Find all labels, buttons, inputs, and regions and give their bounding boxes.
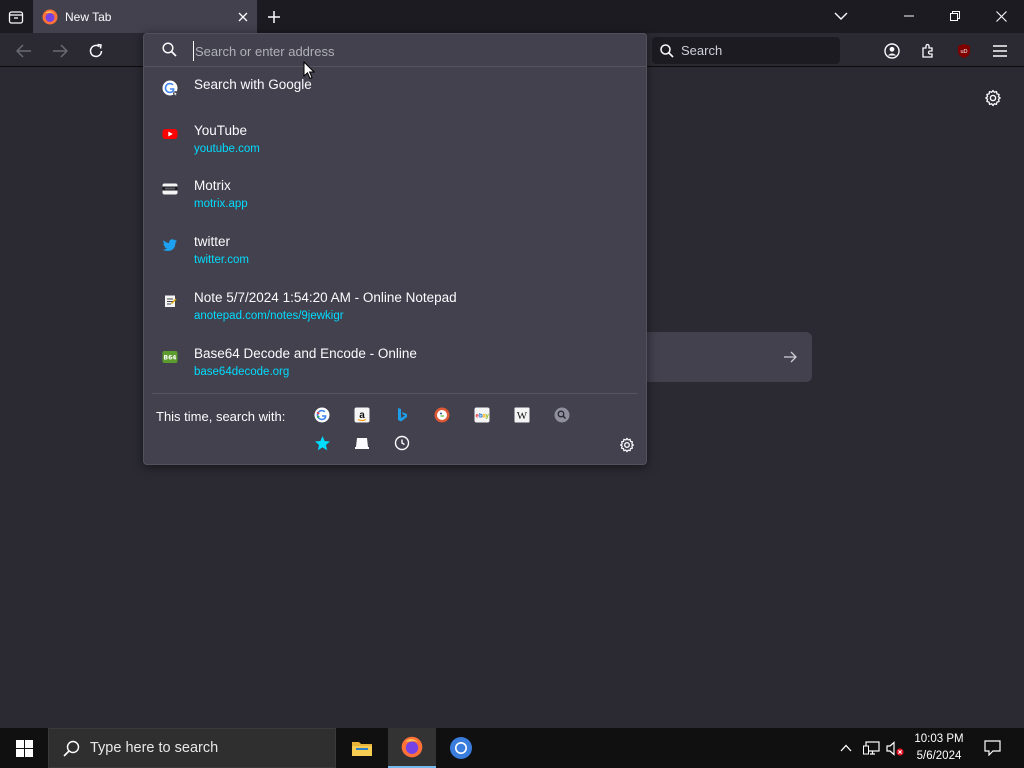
newtab-settings-gear-icon[interactable] [981, 86, 1005, 110]
result-youtube[interactable]: YouTube youtube.com [144, 120, 646, 172]
popup-divider [152, 393, 638, 394]
result-search-with-google[interactable]: Search with Google [144, 74, 646, 126]
extensions-icon[interactable] [914, 37, 942, 65]
volume-muted-icon[interactable] [884, 728, 906, 768]
duckduckgo-engine-icon[interactable] [432, 405, 452, 425]
mouse-cursor-icon [303, 61, 315, 80]
windows-taskbar: Type here to search 10:03 PM 5/6/2024 [0, 728, 1024, 768]
file-explorer-icon[interactable] [338, 728, 386, 768]
firefox-icon [42, 9, 58, 24]
result-url[interactable]: anotepad.com/notes/9jewkigr [194, 310, 344, 322]
bing-engine-icon[interactable] [392, 405, 412, 425]
result-title: Base64 Decode and Encode - Online [194, 346, 417, 361]
tabs-icon[interactable] [352, 433, 372, 453]
arrow-right-icon[interactable] [780, 347, 800, 367]
clock-date: 5/6/2024 [916, 750, 962, 762]
youtube-icon [162, 126, 178, 142]
motrix-icon [162, 181, 178, 197]
result-title: YouTube [194, 123, 248, 138]
search-icon [660, 43, 674, 58]
result-twitter[interactable]: twitter twitter.com [144, 231, 646, 283]
back-arrow-icon[interactable] [10, 37, 38, 65]
base64-icon: B64 [162, 349, 178, 365]
url-input[interactable] [193, 41, 633, 61]
reload-icon[interactable] [82, 37, 110, 65]
google-icon [162, 80, 178, 96]
google-engine-icon[interactable] [312, 405, 332, 425]
tab-new-tab[interactable]: New Tab [33, 0, 257, 33]
result-base64decode[interactable]: B64 Base64 Decode and Encode - Online ba… [144, 343, 646, 395]
account-icon[interactable] [878, 37, 906, 65]
close-tab-icon[interactable] [233, 7, 253, 27]
hamburger-menu-icon[interactable] [986, 37, 1014, 65]
result-online-notepad[interactable]: Note 5/7/2024 1:54:20 AM - Online Notepa… [144, 287, 646, 339]
search-bar[interactable]: Search [652, 37, 840, 64]
firefox-taskbar-icon[interactable] [388, 728, 436, 768]
result-title: Note 5/7/2024 1:54:20 AM - Online Notepa… [194, 290, 457, 305]
windows-start-icon[interactable] [0, 728, 48, 768]
result-title: Motrix [194, 178, 231, 193]
list-all-tabs-icon[interactable] [829, 5, 853, 27]
result-title: Search with Google [194, 77, 312, 92]
amazon-engine-icon[interactable]: a [352, 405, 372, 425]
result-url[interactable]: twitter.com [194, 254, 249, 266]
urlbar-input-row [144, 34, 646, 67]
search-engine-icon[interactable] [552, 405, 572, 425]
taskbar-clock[interactable]: 10:03 PM 5/6/2024 [904, 731, 974, 765]
ublock-origin-icon[interactable]: uD [950, 37, 978, 65]
search-icon [63, 740, 80, 757]
ebay-engine-icon[interactable]: ebay [472, 405, 492, 425]
chromium-taskbar-icon[interactable] [437, 728, 485, 768]
notification-center-icon[interactable] [978, 728, 1006, 768]
result-url[interactable]: youtube.com [194, 143, 260, 155]
svg-text:uD: uD [960, 49, 967, 55]
twitter-icon [162, 237, 178, 253]
taskbar-search-box[interactable]: Type here to search [48, 728, 336, 768]
newtab-search-box[interactable] [646, 332, 812, 382]
search-icon [162, 42, 177, 57]
tab-overview-icon[interactable] [3, 4, 29, 29]
result-url[interactable]: motrix.app [194, 198, 248, 210]
close-window-button[interactable] [978, 0, 1024, 32]
restore-button[interactable] [932, 0, 978, 32]
result-title: twitter [194, 234, 231, 249]
result-motrix[interactable]: Motrix motrix.app [144, 175, 646, 227]
svg-text:B64: B64 [164, 355, 177, 362]
new-tab-button[interactable] [262, 5, 286, 29]
forward-arrow-icon[interactable] [46, 37, 74, 65]
result-url[interactable]: base64decode.org [194, 366, 289, 378]
show-hidden-icons-chevron-icon[interactable] [836, 728, 856, 768]
oneoff-search-label: This time, search with: [156, 409, 286, 424]
bookmarks-star-icon[interactable] [312, 433, 332, 453]
search-bar-label: Search [681, 43, 723, 58]
tab-title: New Tab [65, 9, 112, 24]
wikipedia-engine-icon[interactable]: W [512, 405, 532, 425]
history-clock-icon[interactable] [392, 433, 412, 453]
minimize-button[interactable] [886, 0, 932, 32]
network-icon[interactable] [860, 728, 882, 768]
taskbar-search-placeholder: Type here to search [90, 740, 219, 756]
urlbar-popup: Search with Google YouTube youtube.com M… [143, 33, 647, 465]
search-settings-gear-icon[interactable] [616, 434, 638, 456]
tab-strip: New Tab [0, 0, 1024, 33]
clock-time: 10:03 PM [914, 733, 964, 745]
svg-text:a: a [359, 410, 365, 421]
svg-text:W: W [517, 410, 528, 422]
notepad-icon [162, 293, 178, 309]
